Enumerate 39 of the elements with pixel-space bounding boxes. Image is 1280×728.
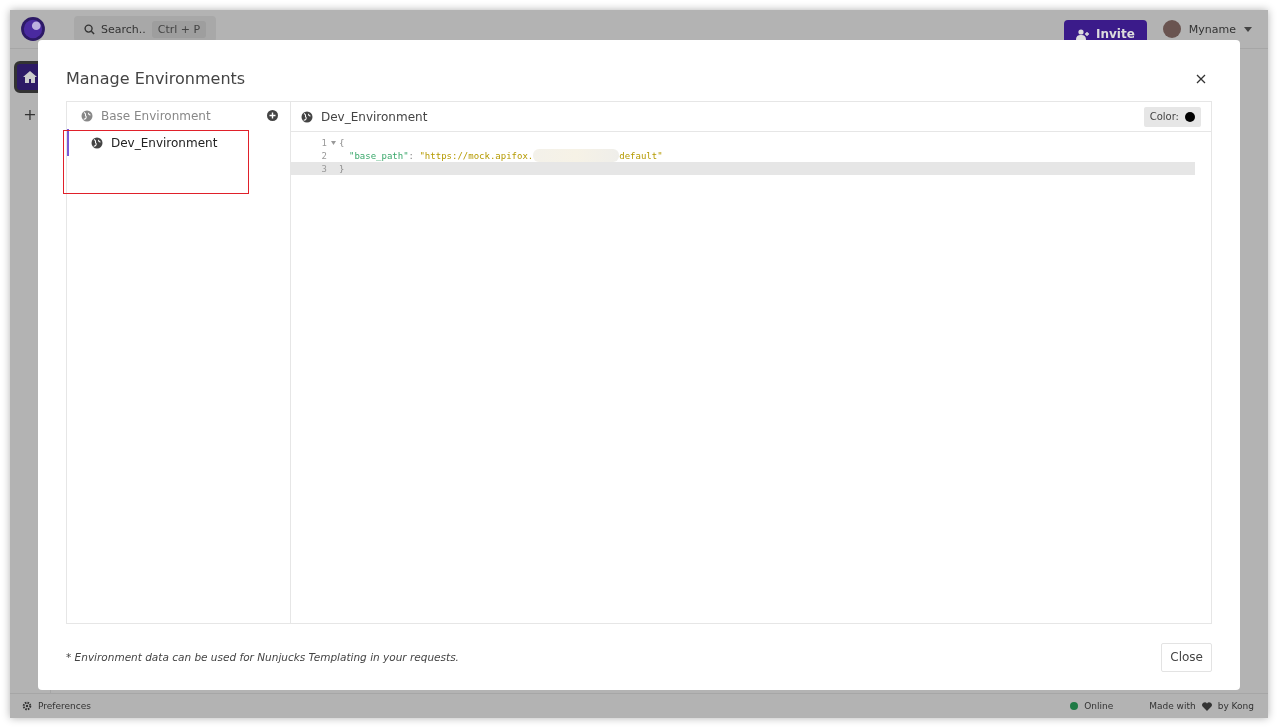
status-label: Online (1084, 701, 1114, 711)
line-number: 1 (320, 137, 327, 148)
environment-item[interactable]: Dev_Environment (67, 129, 290, 156)
caret-icon[interactable] (1244, 26, 1252, 32)
globe-icon (81, 109, 93, 122)
environment-item[interactable]: Base Environment (67, 102, 290, 129)
code-token: default" (619, 150, 663, 161)
add-button[interactable]: + (23, 105, 37, 124)
code-token: "base_path" (349, 150, 409, 161)
add-icon[interactable] (267, 110, 278, 121)
search-field[interactable]: Search.. Ctrl + P (74, 16, 217, 42)
user-name[interactable]: Myname (1188, 22, 1236, 36)
close-icon[interactable] (1196, 73, 1206, 84)
line-number: 3 (320, 163, 327, 174)
code-token: } (339, 163, 345, 174)
shortcut-hint: Ctrl + P (151, 20, 207, 38)
globe-icon (301, 110, 313, 123)
credit-prefix: Made with (1149, 701, 1196, 711)
line-number: 2 (320, 150, 327, 161)
home-icon (23, 70, 37, 84)
avatar[interactable] (1162, 20, 1181, 38)
search-icon (84, 23, 95, 35)
heart-icon (1201, 701, 1212, 711)
close-button[interactable]: Close (1161, 642, 1212, 672)
logo-icon[interactable] (20, 16, 46, 42)
credit-suffix: by Kong (1217, 701, 1254, 711)
code-token: : (408, 150, 416, 161)
code-token: { (339, 137, 345, 148)
code-token: "https://mock.apifox. (419, 150, 534, 161)
preferences-link[interactable]: Preferences (38, 701, 91, 711)
fold-icon[interactable] (330, 140, 336, 145)
globe-icon (91, 136, 103, 149)
environment-title: Dev_Environment (321, 109, 428, 124)
search-placeholder: Search.. (101, 22, 146, 36)
gear-icon[interactable] (22, 701, 32, 711)
color-button[interactable]: Color: (1143, 106, 1201, 127)
modal-title: Manage Environments (66, 69, 246, 88)
add-user-icon (1075, 28, 1090, 40)
footnote: * Environment data can be used for Nunjucks Templating in your requests. (66, 651, 459, 663)
